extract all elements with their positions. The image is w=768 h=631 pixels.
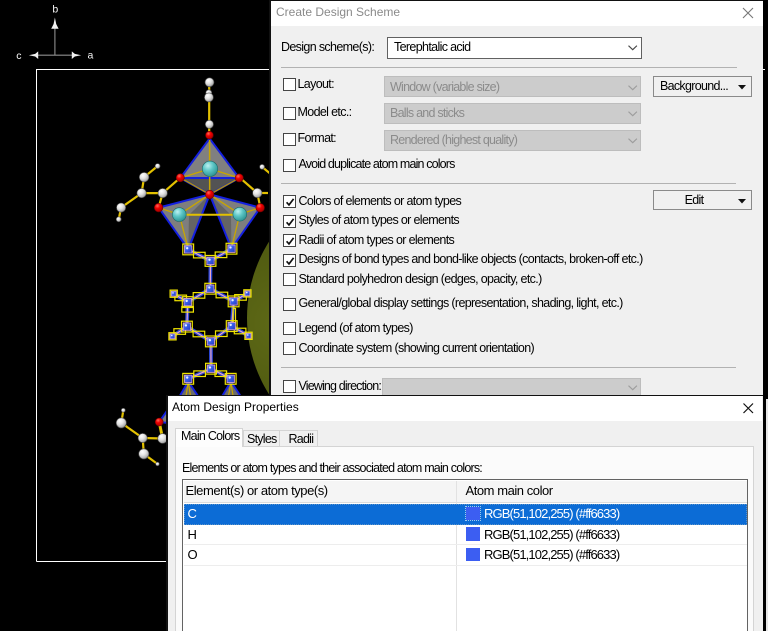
svg-text:c: c xyxy=(16,50,21,62)
svg-text:b: b xyxy=(52,4,58,16)
svg-text:a: a xyxy=(88,50,94,62)
